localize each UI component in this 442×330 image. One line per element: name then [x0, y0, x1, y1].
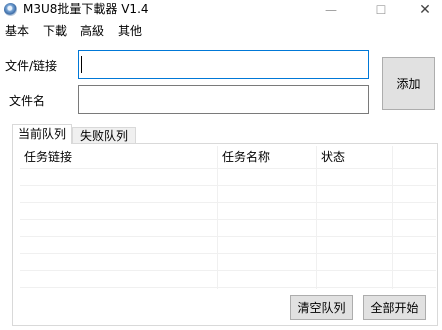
tab-current-queue[interactable]: 当前队列	[12, 124, 72, 144]
clear-queue-button[interactable]: 清空队列	[290, 295, 353, 320]
disc-icon	[4, 3, 17, 16]
title-bar: M3U8批量下載器 V1.4 — ☐ ✕	[0, 0, 442, 20]
file-name-label: 文件名	[9, 94, 46, 108]
column-header-task-link[interactable]: 任务链接	[20, 147, 72, 167]
menu-other[interactable]: 其他	[118, 23, 142, 39]
row-divider	[20, 270, 436, 271]
row-divider	[20, 236, 436, 237]
add-button[interactable]: 添加	[382, 57, 435, 110]
tab-failed-queue[interactable]: 失败队列	[72, 127, 136, 144]
row-divider	[20, 202, 436, 203]
row-divider	[20, 185, 436, 186]
minimize-icon[interactable]: —	[316, 2, 346, 18]
maximize-icon[interactable]: ☐	[366, 2, 396, 18]
file-name-input[interactable]	[78, 85, 369, 114]
menu-advanced[interactable]: 高級	[80, 23, 104, 39]
task-list[interactable]: 任务链接 任务名称 状态	[20, 146, 436, 289]
close-icon[interactable]: ✕	[410, 2, 440, 18]
row-divider	[20, 253, 436, 254]
window-title: M3U8批量下載器 V1.4	[23, 2, 149, 16]
file-link-input[interactable]	[78, 50, 369, 79]
text-caret	[81, 56, 82, 73]
row-divider	[20, 219, 436, 220]
menu-basic[interactable]: 基本	[5, 23, 29, 39]
column-header-task-name[interactable]: 任务名称	[218, 147, 270, 167]
start-all-button[interactable]: 全部开始	[363, 295, 426, 320]
file-link-label: 文件/链接	[5, 59, 58, 73]
column-header-extra[interactable]	[393, 147, 397, 167]
menu-download[interactable]: 下載	[43, 23, 67, 39]
column-header-status[interactable]: 状态	[317, 147, 345, 167]
row-divider	[20, 168, 436, 169]
menu-bar: 基本 下載 高級 其他	[0, 22, 442, 40]
row-divider	[20, 287, 436, 288]
